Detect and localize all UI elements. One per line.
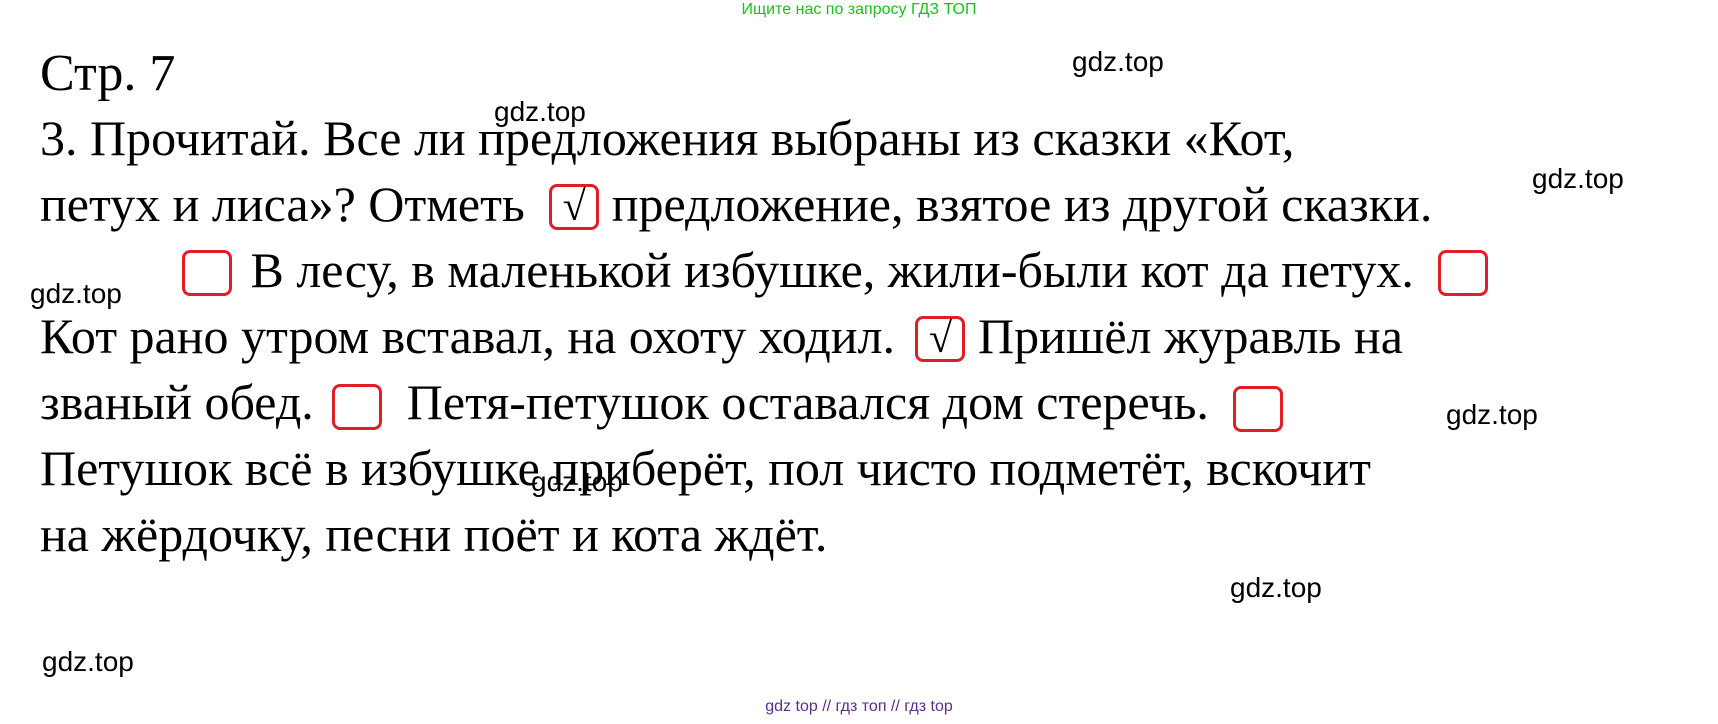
bottom-banner: gdz top // гдз топ // гдз top [765, 698, 953, 715]
sentence-text: Пришёл журавль на [977, 308, 1403, 364]
task-text: предложение, взятое из другой сказки. [611, 176, 1433, 232]
watermark-text: gdz.top [1072, 46, 1164, 77]
task-text: петух и лиса»? Отметь [40, 176, 525, 232]
sentence-text: Кот рано утром вставал, на охоту ходил. [40, 308, 895, 364]
checkmark-icon: √ [928, 316, 953, 362]
sentence-line-6: Петушок всё в избушке приберёт, пол чист… [40, 438, 1371, 498]
page-number: Стр. 7 [40, 45, 176, 102]
watermark-text: gdz.top [1230, 572, 1322, 603]
sentence-text: на жёрдочку, песни поёт и кота ждёт. [40, 506, 828, 562]
sentence-line-7: на жёрдочку, песни поёт и кота ждёт. [40, 504, 827, 564]
sentence-line-5: званый обед. Петя-петушок оставался дом … [40, 372, 1284, 432]
example-checkbox[interactable]: √ [549, 184, 600, 230]
watermark-text: gdz.top [1446, 399, 1538, 430]
top-banner: Ищите нас по запросу ГДЗ ТОП [741, 1, 977, 18]
watermark-text: gdz.top [531, 466, 623, 497]
answer-checkbox-4[interactable] [332, 384, 383, 430]
watermark-text: gdz.top [1532, 163, 1624, 194]
watermark-text: gdz.top [30, 278, 122, 309]
sentence-text: званый обед. [40, 374, 314, 430]
checkmark-icon: √ [562, 184, 586, 230]
watermark-text: gdz.top [494, 96, 586, 127]
sentence-line-3: В лесу, в маленькой избушке, жили-были к… [182, 240, 1489, 300]
answer-checkbox-3[interactable]: √ [915, 316, 966, 362]
answer-checkbox-2[interactable] [1438, 250, 1489, 296]
sentence-line-4: Кот рано утром вставал, на охоту ходил. … [40, 306, 1403, 366]
sentence-text: Петя-петушок оставался дом стеречь. [406, 374, 1209, 430]
task-text: 3. Прочитай. Все ли предложения выбраны … [40, 110, 1295, 166]
sentence-text: Петушок всё в избушке приберёт, пол чист… [40, 440, 1371, 496]
answer-checkbox-5[interactable] [1233, 386, 1284, 432]
task-line-2: петух и лиса»? Отметь √ предложение, взя… [40, 174, 1432, 234]
sentence-text: В лесу, в маленькой избушке, жили-были к… [250, 242, 1414, 298]
watermark-text: gdz.top [42, 646, 134, 677]
answer-checkbox-1[interactable] [182, 250, 232, 296]
task-line-1: 3. Прочитай. Все ли предложения выбраны … [40, 108, 1294, 168]
